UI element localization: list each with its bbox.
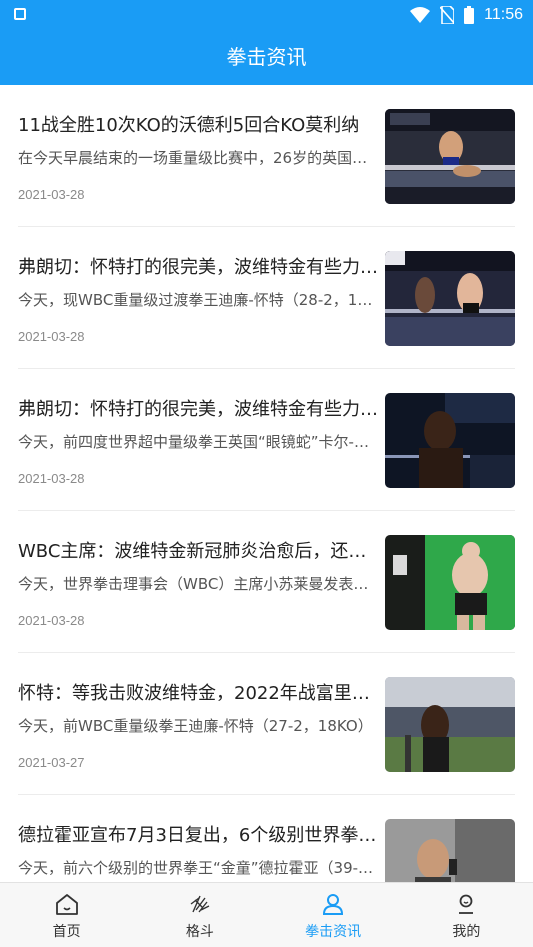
list-item[interactable]: 怀特：等我击败波维特金，2022年战富里或约书亚 今天，前WBC重量级拳王迪廉-… [0,653,533,795]
article-title: 11战全胜10次KO的沃德利5回合KO莫利纳 [18,115,360,136]
bottom-tab-bar: 首页 格斗 拳击资讯 我的 [0,882,533,947]
app-bar: 拳击资讯 [0,30,533,85]
status-time: 11:56 [484,6,523,23]
article-title: 怀特：等我击败波维特金，2022年战富里或约书亚 [18,683,378,704]
tab-label: 格斗 [185,924,214,940]
tab-label: 拳击资讯 [305,924,362,940]
article-summary: 在今天早晨结束的一场重量级比赛中，26岁的英国小将沃德利 [18,149,378,167]
article-date: 2021-03-28 [18,329,85,344]
article-title: WBC主席：波维特金新冠肺炎治愈后，还能再打 [18,541,378,562]
article-summary: 今天，前WBC重量级拳王迪廉-怀特（27-2，18KO） [18,717,373,735]
notification-icon [14,8,26,20]
article-summary: 今天，前四度世界超中量级拳王英国“眼镜蛇”卡尔-弗朗切 [18,433,378,451]
list-item[interactable]: WBC主席：波维特金新冠肺炎治愈后，还能再打 今天，世界拳击理事会（WBC）主席… [0,511,533,653]
profile-icon [459,894,474,914]
article-title: 弗朗切：怀特打的很完美，波维特金有些力不从心 [18,257,378,278]
article-thumbnail [385,109,515,204]
article-summary: 今天，前六个级别的世界拳王“金童”德拉霍亚（39-6） [18,859,378,877]
tab-label: 首页 [52,924,81,940]
tab-home[interactable]: 首页 [0,883,133,947]
tab-fight[interactable]: 格斗 [133,883,266,947]
article-date: 2021-03-27 [18,755,85,770]
user-icon [323,894,344,915]
wifi-icon [410,7,431,23]
article-thumbnail [385,677,515,772]
article-date: 2021-03-28 [18,187,85,202]
article-title: 弗朗切：怀特打的很完美，波维特金有些力不从心 [18,399,378,420]
status-bar: 11:56 [0,0,533,30]
article-summary: 今天，世界拳击理事会（WBC）主席小苏莱曼发表声明 [18,575,378,593]
article-date: 2021-03-28 [18,613,85,628]
article-list[interactable]: 11战全胜10次KO的沃德利5回合KO莫利纳 在今天早晨结束的一场重量级比赛中，… [0,85,533,882]
list-item[interactable]: 弗朗切：怀特打的很完美，波维特金有些力不从心 今天，前四度世界超中量级拳王英国“… [0,369,533,511]
tab-boxing-news[interactable]: 拳击资讯 [267,883,400,947]
fight-icon [190,895,210,913]
page-title: 拳击资讯 [226,45,307,69]
list-item[interactable]: 弗朗切：怀特打的很完美，波维特金有些力不从心 今天，现WBC重量级过渡拳王迪廉-… [0,227,533,369]
article-title: 德拉霍亚宣布7月3日复出，6个级别世界拳王回归 [18,825,378,846]
list-item[interactable]: 德拉霍亚宣布7月3日复出，6个级别世界拳王回归 今天，前六个级别的世界拳王“金童… [0,795,533,882]
article-date: 2021-03-28 [18,471,85,486]
article-thumbnail [385,393,515,488]
article-thumbnail [385,535,515,630]
home-icon [55,894,78,915]
no-sim-icon [440,6,455,24]
article-thumbnail [385,819,515,882]
article-thumbnail [385,251,515,346]
battery-icon [464,6,475,24]
status-right: 11:56 [410,4,523,26]
tab-mine[interactable]: 我的 [400,883,533,947]
tab-label: 我的 [452,924,481,940]
article-summary: 今天，现WBC重量级过渡拳王迪廉-怀特（28-2，19KO） [18,291,378,309]
list-item[interactable]: 11战全胜10次KO的沃德利5回合KO莫利纳 在今天早晨结束的一场重量级比赛中，… [0,85,533,227]
